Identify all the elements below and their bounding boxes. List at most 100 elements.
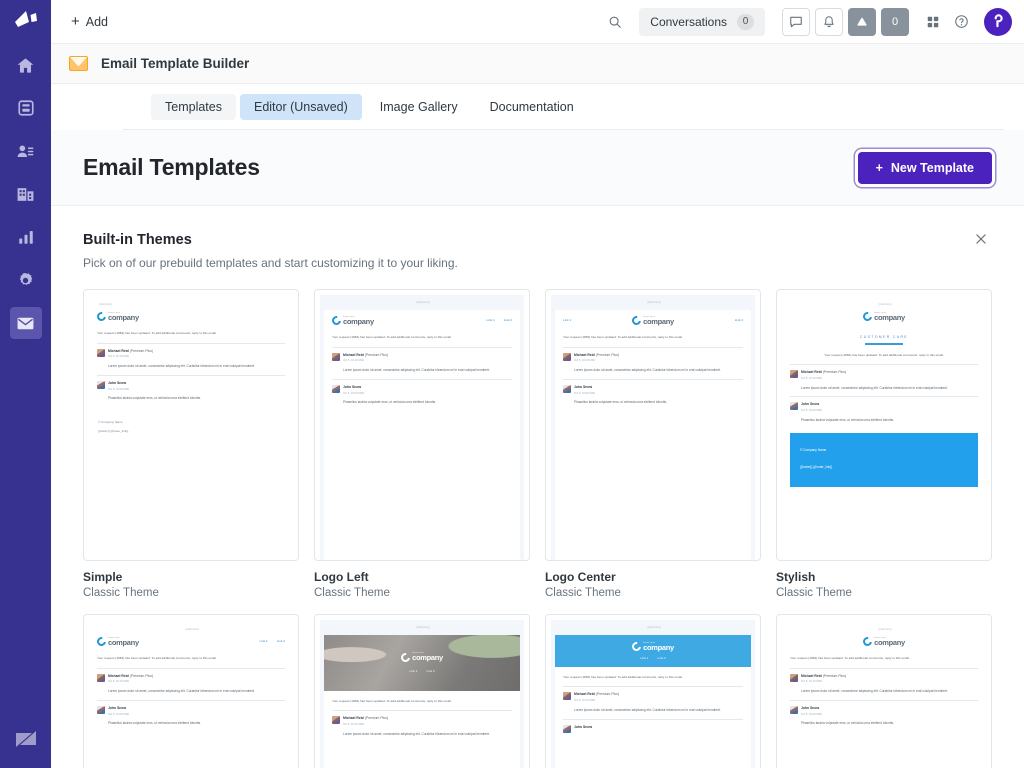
preview-link-1[interactable]: Link 1 — [640, 656, 648, 660]
close-section-button[interactable] — [974, 232, 992, 250]
message-author: Michael Reid — [108, 348, 129, 353]
template-preview[interactable]: {{delimiter}} lorem ipsu company — [776, 289, 992, 561]
preview-message: Michael Reid (Premium Plus) Oct 5, 10:10… — [790, 370, 978, 380]
template-preview[interactable]: {{delimiter}} lorem ipsu company — [83, 289, 299, 561]
avatar — [790, 370, 798, 379]
template-preview[interactable]: {{delimiter}} lorem ipsu company — [776, 614, 992, 768]
tab-image-gallery[interactable]: Image Gallery — [366, 94, 472, 120]
avatar — [563, 692, 571, 701]
message-author: John Snow — [574, 724, 593, 729]
divider — [790, 364, 978, 366]
section-title: Built-in Themes — [83, 232, 192, 248]
sidebar-item-reporting[interactable] — [10, 221, 42, 253]
mail-icon — [17, 317, 34, 329]
template-preview[interactable]: {{delimiter}} Link 1 lorem ipsu company … — [545, 289, 761, 561]
divider — [97, 342, 285, 344]
brand-name: company — [643, 642, 674, 652]
template-card-blue-header[interactable]: {{delimiter}} lorem ipsu company Link 1 … — [545, 614, 761, 768]
preview-delimiter: {{delimiter}} — [647, 301, 661, 304]
message-author: John Snow — [574, 385, 593, 390]
preview-logo-row: lorem ipsu company Link 1 Link 2 — [330, 314, 512, 327]
add-button[interactable]: + Add — [65, 10, 114, 33]
app-title: Email Template Builder — [101, 56, 250, 71]
message-text: Phasellus lacinia vulputate eros, ut veh… — [801, 721, 895, 726]
template-card-logo-center[interactable]: {{delimiter}} Link 1 lorem ipsu company … — [545, 289, 761, 599]
preview-link-1[interactable]: Link 1 — [563, 318, 571, 322]
template-name: Stylish — [776, 570, 816, 584]
tab-templates[interactable]: Templates — [151, 94, 236, 120]
message-author: Michael Reid — [801, 370, 822, 375]
tab-bar: Templates Editor (Unsaved) Image Gallery… — [51, 84, 1024, 130]
template-preview[interactable]: {{delimiter}} lorem ipsu company — [545, 614, 761, 768]
message-text: Phasellus lacinia vulputate eros, ut veh… — [108, 396, 202, 401]
conversations-chip[interactable]: Conversations 0 — [639, 7, 765, 36]
sidebar-item-organizations[interactable] — [10, 178, 42, 210]
chat-button[interactable] — [782, 7, 810, 36]
preview-message: Michael Reid (Premium Plus) Oct 5, 10:10… — [332, 352, 512, 363]
divider — [563, 379, 743, 381]
status-play-button[interactable] — [848, 7, 876, 36]
message-suffix: (Premium Plus) — [822, 370, 847, 375]
sidebar-item-views[interactable] — [10, 92, 42, 124]
brand-mark-icon — [330, 314, 343, 327]
sidebar-item-home[interactable] — [10, 49, 42, 81]
tab-editor[interactable]: Editor (Unsaved) — [239, 94, 362, 120]
sidebar-item-email-templates[interactable] — [9, 307, 42, 339]
template-theme: Classic Theme — [314, 587, 390, 599]
template-card-logo-left[interactable]: {{delimiter}} lorem ipsu company Link 1 … — [314, 289, 530, 599]
sidebar-item-customers[interactable] — [10, 135, 42, 167]
hero-photo: lorem ipsu company Link 1 Link 2 — [324, 634, 520, 691]
brand-logo: lorem ipsu company — [399, 650, 443, 664]
avatar[interactable] — [984, 7, 1012, 36]
preview-link-1[interactable]: Link 1 — [259, 639, 267, 643]
apps-button[interactable] — [919, 8, 947, 36]
product-logo[interactable] — [13, 10, 39, 35]
divider — [332, 710, 512, 712]
preview-link-1[interactable]: Link 1 — [486, 318, 494, 322]
preview-link-2[interactable]: Link 2 — [504, 318, 512, 322]
notifications-button[interactable] — [815, 7, 843, 36]
sidebar-item-admin[interactable] — [10, 264, 42, 296]
preview-link-2[interactable]: Link 2 — [427, 669, 435, 673]
preview-link-2[interactable]: Link 2 — [277, 639, 285, 643]
message-suffix: (Premium Plus) — [129, 673, 154, 678]
close-icon — [976, 234, 986, 244]
new-template-button[interactable]: + New Template — [857, 151, 992, 184]
tab-documentation[interactable]: Documentation — [476, 94, 588, 120]
preview-link-2[interactable]: Link 2 — [735, 318, 743, 322]
preview-link-2[interactable]: Link 2 — [658, 656, 666, 660]
avatar — [97, 381, 105, 390]
preview-message: Michael Reid (Premium Plus) Oct 5, 10:10… — [790, 673, 978, 684]
avatar — [97, 673, 105, 682]
message-time: Oct 5, 10:09 MSK — [108, 387, 130, 391]
divider — [97, 700, 285, 702]
divider — [563, 718, 743, 720]
brand-logo: lorem ipsu company — [630, 640, 674, 653]
preview-link-1[interactable]: Link 1 — [409, 669, 417, 673]
template-preview[interactable]: {{delimiter}} lorem ipsu company — [314, 614, 530, 768]
divider — [332, 379, 512, 381]
message-time: Oct 5, 10:10 MSK — [108, 680, 130, 684]
preview-message: Michael Reid (Premium Plus) Oct 5, 10:10… — [97, 348, 285, 359]
queue-counter-button[interactable]: 0 — [881, 7, 909, 36]
template-card-stylish[interactable]: {{delimiter}} lorem ipsu company CUSTOME… — [776, 289, 992, 599]
template-card-photo-hero[interactable]: {{delimiter}} lorem ipsu company Link 1 … — [314, 614, 530, 768]
template-name: Logo Center — [545, 570, 616, 584]
chat-bubble-icon — [790, 16, 802, 27]
message-text: Lorem ipsum dolor sit amet, consectetur … — [801, 689, 948, 694]
help-button[interactable] — [947, 8, 975, 36]
template-card-links-right[interactable]: {{delimiter}} lorem ipsu company Link 1 … — [83, 614, 299, 768]
search-button[interactable] — [601, 8, 629, 36]
preview-logo-row: lorem ipsu company — [790, 310, 978, 323]
template-card-centered-plain[interactable]: {{delimiter}} lorem ipsu company Your re… — [776, 614, 992, 768]
template-card-simple[interactable]: {{delimiter}} lorem ipsu company Your re… — [83, 289, 299, 599]
preview-message: John Snow Oct 5, 10:09 MSK — [563, 385, 743, 395]
template-preview[interactable]: {{delimiter}} lorem ipsu company — [83, 614, 299, 768]
footer-links: {{footer}} {{footer_link}} — [98, 428, 129, 433]
divider — [97, 375, 285, 377]
message-time: Oct 5, 10:10 MSK — [343, 722, 365, 726]
footer-company: © Company Name — [98, 420, 123, 425]
template-preview[interactable]: {{delimiter}} lorem ipsu company — [314, 289, 530, 561]
bell-icon — [824, 15, 834, 27]
preview-links: Link 1 Link 2 — [409, 669, 435, 673]
